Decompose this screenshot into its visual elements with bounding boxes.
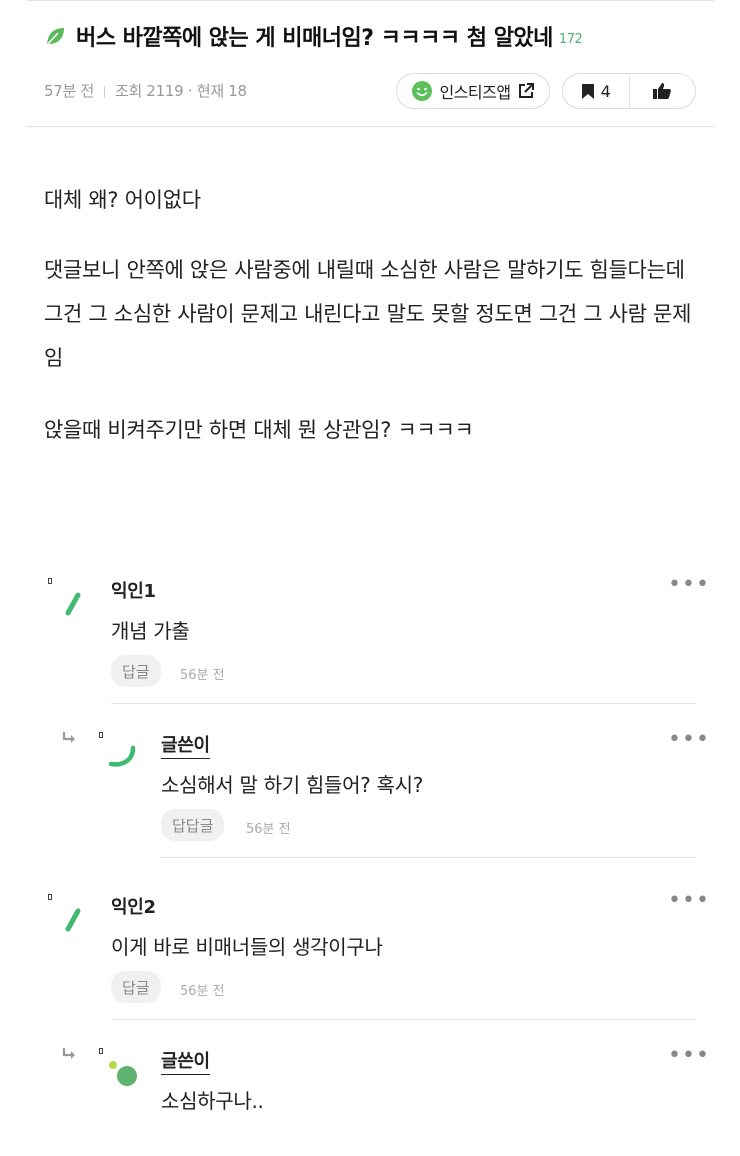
post-views: 조회 2119 · 현재 18 — [114, 82, 247, 100]
app-button-label: 인스티즈앱 — [439, 83, 511, 102]
bookmark-button[interactable]: 4 — [563, 74, 629, 108]
comment-divider — [111, 703, 696, 704]
avatar — [109, 1061, 137, 1086]
avatar-dot — [99, 1048, 103, 1054]
external-link-icon — [518, 83, 534, 98]
bookmark-icon — [581, 83, 594, 99]
header-divider — [26, 126, 714, 127]
like-button[interactable] — [628, 74, 696, 108]
more-dots-icon[interactable]: ••• — [668, 727, 710, 752]
comment-author[interactable]: 글쓴이 — [161, 1047, 210, 1075]
comment-divider — [111, 1019, 696, 1020]
comment-time: 56분 전 — [246, 822, 291, 837]
avatar-dot — [99, 732, 103, 738]
more-dots-icon[interactable]: ••• — [668, 888, 710, 913]
avatar — [108, 745, 136, 767]
avatar-dot — [48, 894, 52, 900]
top-divider — [26, 0, 714, 1]
post-meta: 57분 전 조회 2119 · 현재 18 — [44, 80, 247, 101]
comment-text: 소심해서 말 하기 힘들어? 혹시? — [161, 773, 424, 797]
bookmark-count: 4 — [600, 81, 611, 101]
comment-text: 이게 바로 비매너들의 생각이구나 — [111, 935, 383, 959]
avatar-dot — [48, 578, 52, 584]
post-time: 57분 전 — [44, 82, 94, 100]
smile-icon — [412, 81, 433, 101]
meta-separator — [103, 85, 105, 98]
leaf-icon — [46, 28, 64, 46]
comment-divider — [161, 857, 696, 858]
reply-button[interactable]: 답답글 — [161, 809, 225, 841]
comment-author[interactable]: 익인1 — [111, 577, 156, 603]
post-actions: 4 — [562, 73, 696, 109]
more-dots-icon[interactable]: ••• — [668, 572, 710, 597]
reply-arrow-icon — [62, 1048, 75, 1059]
comment-count[interactable]: 172 — [559, 32, 583, 47]
post-title-text: 버스 바깥쪽에 앉는 게 비매너임? ㅋㅋㅋㅋ 첨 알았네 — [76, 26, 553, 51]
more-dots-icon[interactable]: ••• — [668, 1043, 710, 1068]
comment-author[interactable]: 익인2 — [111, 893, 156, 919]
comment-time: 56분 전 — [180, 668, 225, 683]
thumbs-up-icon — [653, 83, 672, 99]
comment-text: 개념 가출 — [111, 619, 190, 643]
avatar — [65, 908, 81, 932]
reply-button[interactable]: 답글 — [111, 655, 161, 687]
post-body-paragraph: 앉을때 비켜주기만 하면 대체 뭔 상관임? ㅋㅋㅋㅋ — [44, 418, 474, 442]
comment-text: 소심하구나.. — [161, 1089, 264, 1113]
comment-author[interactable]: 글쓴이 — [161, 731, 210, 759]
app-button[interactable]: 인스티즈앱 — [396, 73, 550, 109]
comment-time: 56분 전 — [180, 984, 225, 999]
post-body-paragraph: 대체 왜? 어이없다 — [44, 188, 201, 212]
avatar — [65, 592, 81, 616]
post-body-paragraph: 댓글보니 안쪽에 앉은 사람중에 내릴때 소심한 사람은 말하기도 힘들다는데 … — [44, 258, 692, 370]
post-title: 버스 바깥쪽에 앉는 게 비매너임? ㅋㅋㅋㅋ 첨 알았네 172 — [76, 20, 583, 52]
reply-button[interactable]: 답글 — [111, 971, 161, 1003]
reply-arrow-icon — [62, 732, 75, 743]
